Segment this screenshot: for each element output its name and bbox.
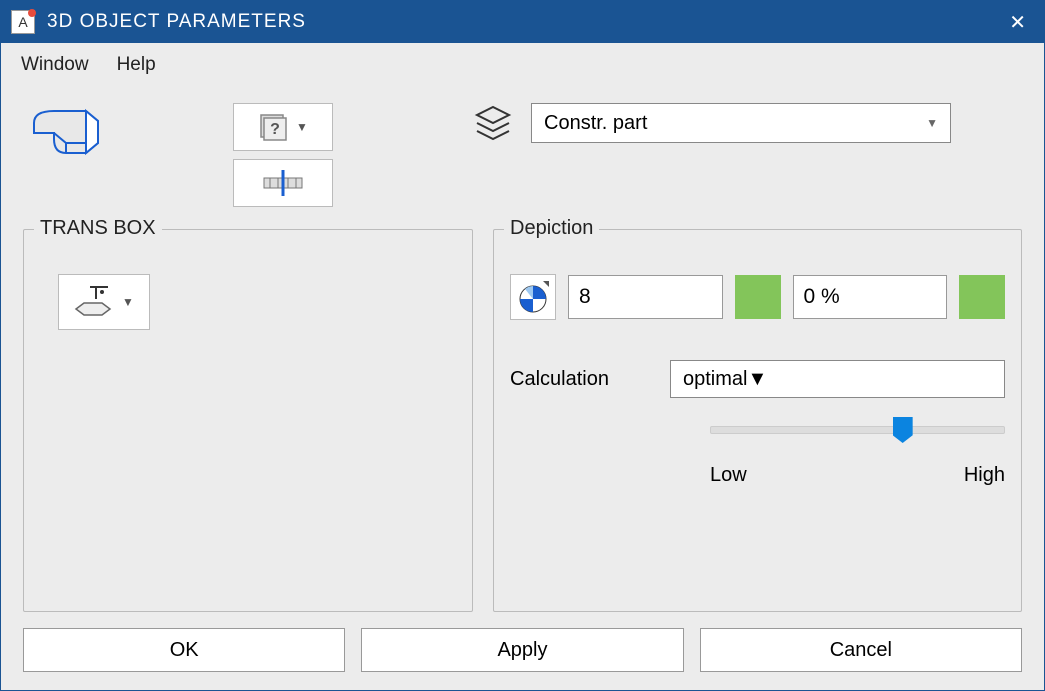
content: ? ▼ Con [1,87,1044,612]
close-icon[interactable]: ✕ [1001,6,1034,39]
slider-low-label: Low [710,464,747,487]
layers-icon [473,103,513,143]
app-icon: A [11,10,35,34]
calculation-combo-value: optimal [683,368,747,391]
catalog-icon: ? [258,112,288,142]
window-title: 3D OBJECT PARAMETERS [47,11,1001,33]
color-swatch-2[interactable] [959,275,1005,319]
calculation-combo[interactable]: optimal ▼ [670,360,1005,398]
slider-high-label: High [964,464,1005,487]
menu-window[interactable]: Window [21,54,89,76]
quality-slider[interactable] [710,426,1005,434]
section-icon [258,168,308,198]
calculation-label: Calculation [510,368,650,391]
top-row: ? ▼ Con [23,103,1022,207]
calculation-row: Calculation optimal ▼ [510,360,1005,398]
apply-button[interactable]: Apply [361,628,683,672]
quality-slider-wrap: Low High [710,426,1005,487]
color-sphere-button[interactable] [510,274,556,320]
footer: OK Apply Cancel [1,612,1044,690]
quality-slider-thumb[interactable] [893,417,913,443]
depiction-values-row: 8 0 % [510,274,1005,320]
panels-row: TRANS BOX ▼ Depiction [23,229,1022,612]
titlebar: A 3D OBJECT PARAMETERS ✕ [1,1,1044,43]
section-button[interactable] [233,159,333,207]
menu-help[interactable]: Help [117,54,156,76]
catalog-button[interactable]: ? ▼ [233,103,333,151]
cancel-button[interactable]: Cancel [700,628,1022,672]
trans-mode-button[interactable]: ▼ [58,274,150,330]
color-swatch-1[interactable] [735,275,781,319]
trans-box-panel: TRANS BOX ▼ [23,229,473,612]
chevron-down-icon: ▼ [926,116,938,130]
layer-select: Constr. part ▼ [473,103,951,143]
color-sphere-icon [515,279,551,315]
chevron-down-icon: ▼ [296,120,308,134]
layer-combo[interactable]: Constr. part ▼ [531,103,951,143]
transparency-input[interactable]: 0 % [793,275,948,319]
chevron-down-icon: ▼ [747,368,767,391]
mid-buttons: ? ▼ [233,103,333,207]
menubar: Window Help [1,43,1044,87]
trans-mode-icon [74,285,114,319]
slider-labels: Low High [710,464,1005,487]
depiction-label: Depiction [504,217,599,240]
depiction-panel: Depiction 8 0 % Ca [493,229,1022,612]
svg-text:?: ? [270,121,280,138]
segments-input[interactable]: 8 [568,275,723,319]
trans-box-label: TRANS BOX [34,217,162,240]
object-3d-icon [23,103,113,163]
ok-button[interactable]: OK [23,628,345,672]
layer-combo-value: Constr. part [544,112,647,135]
chevron-down-icon: ▼ [122,295,134,309]
